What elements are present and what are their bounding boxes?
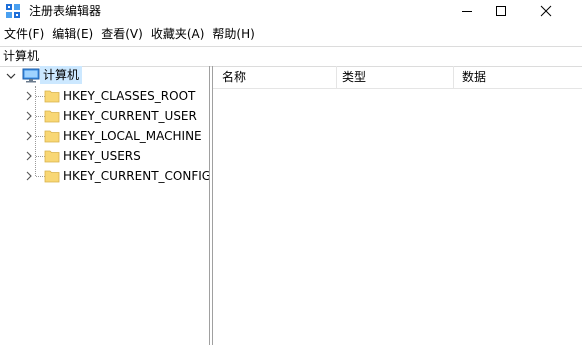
tree-item-label[interactable]: HKEY_CURRENT_USER	[63, 106, 197, 126]
folder-icon	[44, 150, 60, 163]
chevron-right-icon[interactable]	[24, 111, 34, 121]
chevron-right-icon[interactable]	[24, 171, 34, 181]
tree-item-hku[interactable]: HKEY_USERS	[0, 146, 210, 166]
tree-item-hkcc[interactable]: HKEY_CURRENT_CONFIG	[0, 166, 210, 186]
folder-icon	[44, 110, 60, 123]
menu-favorites[interactable]: 收藏夹(A)	[147, 24, 209, 45]
chevron-down-icon[interactable]	[6, 71, 16, 81]
pane-divider[interactable]	[209, 66, 210, 345]
column-header-type[interactable]: 类型	[333, 66, 453, 88]
tree-item-hklm[interactable]: HKEY_LOCAL_MACHINE	[0, 126, 210, 146]
tree-root-row[interactable]: 计算机	[0, 66, 210, 86]
folder-icon	[44, 170, 60, 183]
chevron-right-icon[interactable]	[24, 151, 34, 161]
value-list-header: 名称 类型 数据	[213, 66, 582, 89]
column-header-name[interactable]: 名称	[213, 66, 336, 88]
menu-file[interactable]: 文件(F)	[0, 24, 48, 45]
folder-icon	[44, 130, 60, 143]
value-list[interactable]	[213, 89, 582, 345]
key-tree-pane[interactable]: 计算机 HKEY_CLASSES_ROOT HKEY_CURRENT_USER	[0, 66, 210, 345]
folder-icon	[44, 90, 60, 103]
menu-help[interactable]: 帮助(H)	[208, 24, 258, 45]
title-bar: 注册表编辑器	[0, 0, 582, 22]
address-bar[interactable]: 计算机	[0, 46, 582, 67]
chevron-right-icon[interactable]	[24, 131, 34, 141]
maximize-button[interactable]	[478, 0, 524, 22]
maximize-icon	[496, 6, 506, 16]
address-path[interactable]: 计算机	[3, 48, 39, 64]
tree-item-label[interactable]: HKEY_CURRENT_CONFIG	[63, 166, 210, 186]
chevron-right-icon[interactable]	[24, 91, 34, 101]
registry-editor-icon	[6, 4, 20, 18]
tree-item-hkcr[interactable]: HKEY_CLASSES_ROOT	[0, 86, 210, 106]
tree-root-label[interactable]: 计算机	[43, 66, 79, 85]
close-icon	[540, 5, 552, 17]
menu-edit[interactable]: 编辑(E)	[48, 24, 97, 45]
menu-view[interactable]: 查看(V)	[97, 24, 147, 45]
minimize-icon	[462, 11, 472, 12]
close-button[interactable]	[523, 0, 569, 22]
tree-item-hkcu[interactable]: HKEY_CURRENT_USER	[0, 106, 210, 126]
menu-bar: 文件(F) 编辑(E) 查看(V) 收藏夹(A) 帮助(H)	[0, 24, 582, 45]
tree-item-label[interactable]: HKEY_USERS	[63, 146, 141, 166]
column-header-data[interactable]: 数据	[453, 66, 582, 88]
tree-item-label[interactable]: HKEY_LOCAL_MACHINE	[63, 126, 202, 146]
window-title: 注册表编辑器	[29, 4, 102, 18]
computer-icon	[22, 68, 40, 83]
tree-item-label[interactable]: HKEY_CLASSES_ROOT	[63, 86, 195, 106]
